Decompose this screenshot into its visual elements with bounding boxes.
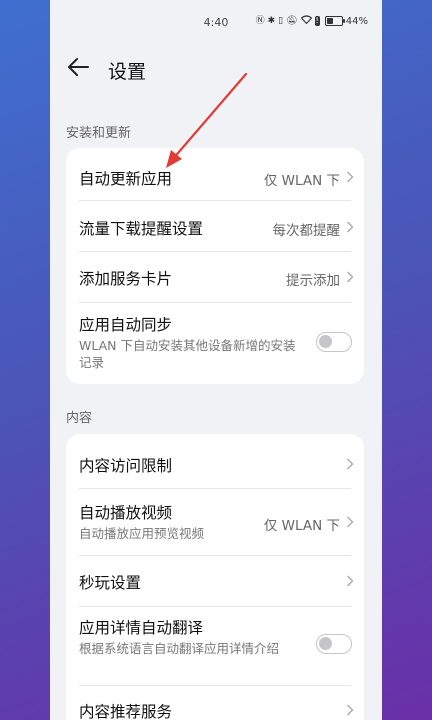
mute-icon: 🔕︎	[286, 16, 298, 26]
row-data-download-reminder[interactable]: 流量下载提醒设置 每次都提醒	[66, 201, 364, 251]
toggle-knob	[319, 637, 332, 650]
row-label: 应用自动同步	[79, 316, 173, 334]
phone-screen: 4:40 Ⓝ ✱ ▯ 🔕︎ ! 44% 设置 安装和更新 自动更新应用 仅 WL…	[50, 0, 382, 720]
row-app-auto-sync: 应用自动同步 WLAN 下自动安装其他设备新增的安装记录	[66, 303, 364, 384]
back-arrow-icon[interactable]	[66, 54, 92, 80]
card-content: 内容访问限制 自动播放视频 自动播放应用预览视频 仅 WLAN 下 秒玩设置 应…	[66, 434, 364, 720]
toggle-knob	[319, 335, 332, 348]
section-label-install-update: 安装和更新	[66, 126, 132, 141]
auto-translate-toggle[interactable]	[316, 634, 352, 654]
chevron-right-icon	[347, 704, 354, 716]
chevron-right-icon	[347, 171, 354, 183]
row-autoplay-video[interactable]: 自动播放视频 自动播放应用预览视频 仅 WLAN 下	[66, 489, 364, 555]
auto-sync-toggle[interactable]	[316, 332, 352, 352]
row-subtitle: WLAN 下自动安装其他设备新增的安装记录	[79, 338, 296, 370]
row-auto-update-apps[interactable]: 自动更新应用 仅 WLAN 下	[66, 148, 364, 200]
nfc-icon: Ⓝ	[255, 16, 265, 26]
row-subtitle: 自动播放应用预览视频	[79, 526, 205, 541]
battery-icon	[324, 16, 345, 26]
row-instant-play-settings[interactable]: 秒玩设置	[66, 556, 364, 606]
row-label: 流量下载提醒设置	[79, 220, 204, 238]
bluetooth-icon: ✱	[267, 16, 276, 26]
card-install-update: 自动更新应用 仅 WLAN 下 流量下载提醒设置 每次都提醒 添加服务卡片 提示…	[66, 148, 364, 384]
row-value: 仅 WLAN 下	[263, 173, 340, 189]
page-title: 设置	[108, 61, 147, 83]
chevron-right-icon	[347, 516, 354, 528]
row-content-recommendation[interactable]: 内容推荐服务	[66, 686, 364, 720]
row-label: 自动更新应用	[79, 170, 173, 188]
row-label: 自动播放视频	[79, 504, 173, 522]
row-value: 每次都提醒	[272, 223, 341, 239]
row-label: 应用详情自动翻译	[79, 619, 204, 637]
header: 设置	[50, 50, 382, 90]
chevron-right-icon	[347, 271, 354, 283]
notification-icon: !	[314, 16, 320, 26]
chevron-right-icon	[347, 575, 354, 587]
row-value: 提示添加	[286, 273, 340, 289]
row-label: 内容推荐服务	[79, 703, 173, 720]
vibrate-icon: ▯	[278, 16, 284, 26]
battery-percent: 44%	[345, 15, 368, 27]
status-bar: 4:40 Ⓝ ✱ ▯ 🔕︎ ! 44%	[50, 0, 382, 46]
row-content-access-limit[interactable]: 内容访问限制	[66, 434, 364, 488]
row-add-service-card[interactable]: 添加服务卡片 提示添加	[66, 252, 364, 302]
row-label: 秒玩设置	[79, 574, 142, 592]
row-label: 添加服务卡片	[79, 270, 173, 288]
chevron-right-icon	[347, 221, 354, 233]
row-value: 仅 WLAN 下	[263, 518, 340, 534]
section-label-content: 内容	[66, 411, 93, 426]
row-label: 内容访问限制	[79, 457, 173, 475]
chevron-right-icon	[347, 458, 354, 470]
wifi-icon	[300, 15, 312, 27]
row-auto-translate-details: 应用详情自动翻译 根据系统语言自动翻译应用详情介绍	[66, 607, 364, 685]
row-subtitle: 根据系统语言自动翻译应用详情介绍	[79, 641, 280, 656]
status-icons: Ⓝ ✱ ▯ 🔕︎ ! 44%	[256, 15, 368, 27]
